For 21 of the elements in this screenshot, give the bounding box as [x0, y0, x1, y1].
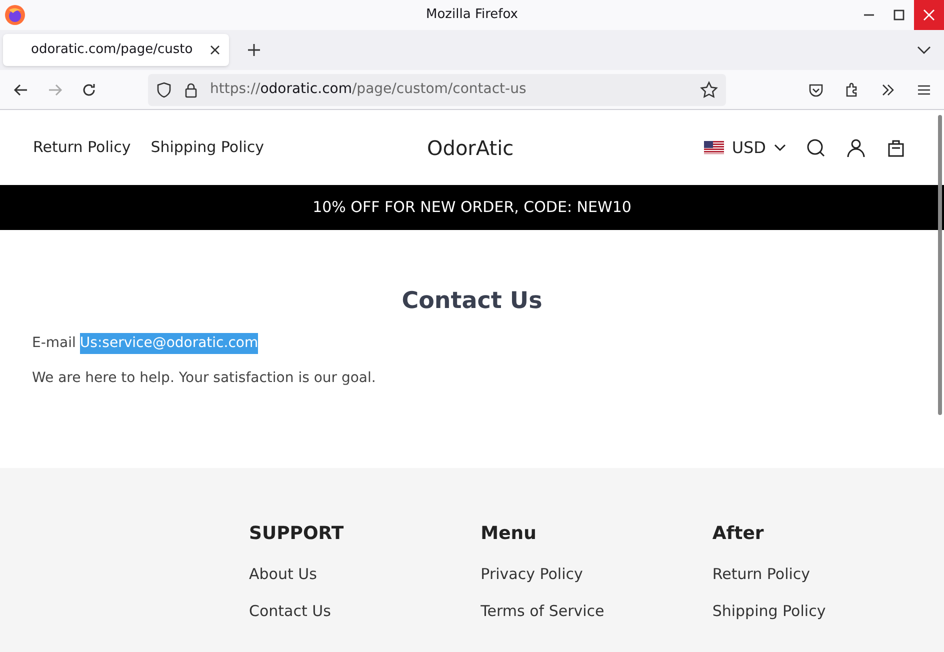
email-label: E-mail	[32, 334, 76, 352]
footer-link[interactable]: Return Policy	[712, 563, 944, 586]
footer-heading: Menu	[480, 522, 538, 546]
window-title: Mozilla Firefox	[426, 6, 518, 24]
site-logo[interactable]: OdorAtic	[427, 132, 514, 162]
footer-heading: SUPPORT	[249, 522, 345, 546]
footer-link[interactable]: About Us	[249, 563, 481, 586]
nav-link[interactable]: Shipping Policy	[150, 136, 264, 159]
footer-link[interactable]: Terms of Service	[480, 600, 712, 622]
currency-selector[interactable]: USD	[704, 136, 786, 160]
announcement-text: 10% OFF FOR NEW ORDER, CODE: NEW10	[312, 197, 632, 218]
url-text: https://odoratic.com/page/custom/contact-us	[210, 80, 526, 99]
nav-link[interactable]: Return Policy	[33, 136, 131, 159]
browser-tab[interactable]: odoratic.com/page/custo	[3, 34, 229, 66]
footer-link[interactable]: Privacy Policy	[480, 563, 712, 586]
footer-link[interactable]: Contact Us	[249, 600, 481, 622]
address-bar[interactable]: https://odoratic.com/page/custom/contact-us	[148, 74, 726, 106]
footer-heading: After	[712, 522, 765, 546]
footer-link[interactable]: Shipping Policy	[712, 600, 944, 622]
page-heading: Contact Us	[400, 287, 544, 316]
contact-message: We are here to help. Your satisfaction is our goal.	[32, 368, 377, 388]
